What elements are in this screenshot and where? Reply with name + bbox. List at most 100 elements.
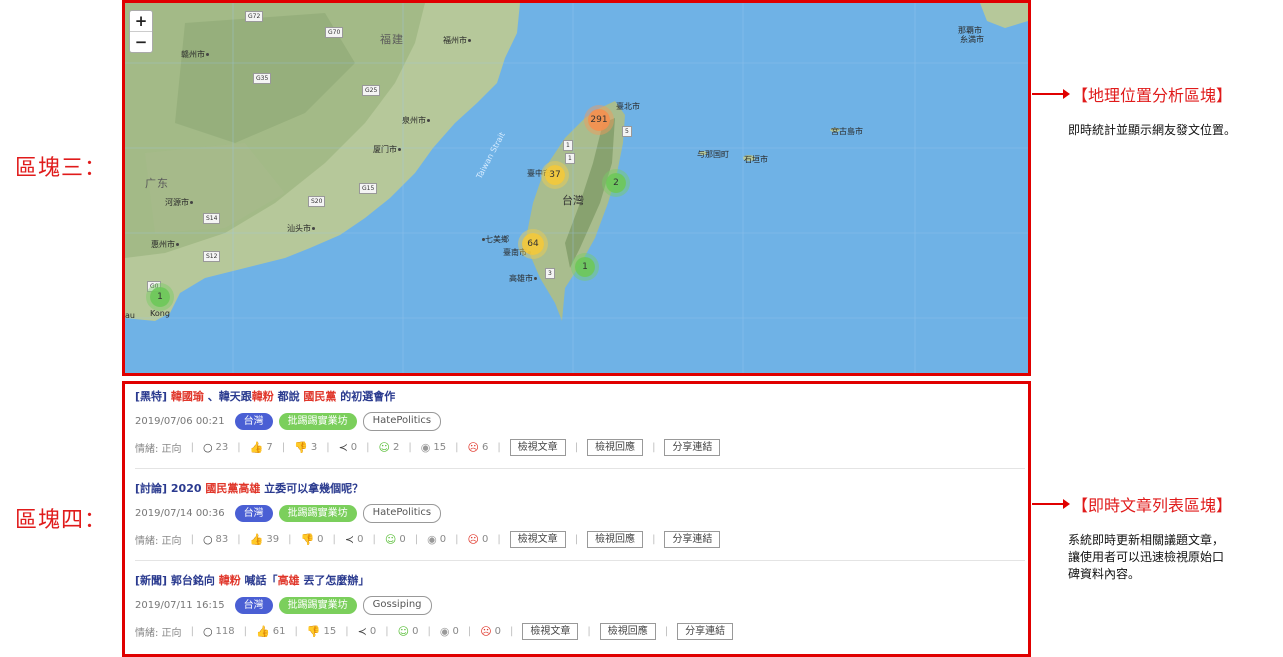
list-desc-line: 讓使用者可以迅速檢視原始口 <box>1068 550 1225 564</box>
sad-face-icon: ☹ <box>467 440 479 454</box>
view-article-button[interactable]: 檢視文章 <box>522 622 579 640</box>
title-text: 、韓天跟 <box>203 390 252 403</box>
cluster-marker[interactable]: 2 <box>606 173 626 193</box>
thumbs-down-icon: 👎 <box>300 532 315 546</box>
sentiment-label: 情緒: 正向 <box>135 443 182 455</box>
map-label-hk: Kong <box>150 309 170 318</box>
sad-face-icon: ☹ <box>467 532 479 546</box>
divider: | <box>190 533 194 545</box>
sad-face-icon: ☹ <box>480 624 492 638</box>
title-text: [討論] 2020 <box>135 482 206 495</box>
smile-icon: ☺ <box>384 532 397 546</box>
list-annotation-title: 【即時文章列表區塊】 <box>1072 496 1233 515</box>
region-tag[interactable]: 台灣 <box>234 504 273 522</box>
cluster-marker[interactable]: 37 <box>545 165 565 185</box>
zoom-in-button[interactable]: + <box>130 11 152 31</box>
cluster-marker[interactable]: 64 <box>522 233 544 255</box>
view-article-button[interactable]: 檢視文章 <box>509 438 566 456</box>
region-tag[interactable]: 台灣 <box>234 412 273 430</box>
like-count: 👍 39 <box>249 532 280 546</box>
positive-count: ☺ 0 <box>397 624 419 638</box>
road-shield: S12 <box>203 251 221 262</box>
divider: | <box>190 441 194 453</box>
divider: | <box>427 625 431 637</box>
share-link-button[interactable]: 分享連結 <box>664 438 721 456</box>
article-meta: 2019/07/11 16:15 台灣 批踢踢實業坊 Gossiping <box>135 595 1025 615</box>
map-label-guangdong: 广东 <box>145 177 169 190</box>
board-tag[interactable]: Gossiping <box>362 595 432 615</box>
title-keyword: 高雄 <box>277 574 300 587</box>
cluster-marker[interactable]: 291 <box>588 109 610 131</box>
share-count: ≺ 0 <box>344 532 364 546</box>
map-label-fujian: 福建 <box>380 33 404 46</box>
dislike-count: 👎 15 <box>306 624 337 638</box>
sentiment-label: 情緒: 正向 <box>135 627 182 639</box>
comment-count: ○ 118 <box>202 624 235 638</box>
comment-count: ○ 83 <box>202 532 229 546</box>
divider: | <box>190 625 194 637</box>
article-title[interactable]: [黑特] 韓國瑜 、韓天跟韓粉 都說 國民黨 的初選會作 <box>135 388 1025 404</box>
road-shield: S20 <box>308 196 326 207</box>
share-icon: ≺ <box>338 440 348 454</box>
row-divider <box>135 468 1025 469</box>
road-shield: G72 <box>245 11 264 22</box>
thumbs-up-icon: 👍 <box>249 440 264 454</box>
divider: | <box>652 533 656 545</box>
divider: | <box>574 533 579 545</box>
divider: | <box>385 625 389 637</box>
sentiment-label: 情緒: 正向 <box>135 535 182 547</box>
article-meta: 2019/07/14 00:36 台灣 批踢踢實業坊 HatePolitics <box>135 503 1025 523</box>
share-link-button[interactable]: 分享連結 <box>677 622 734 640</box>
divider: | <box>288 533 292 545</box>
geo-annotation-desc: 即時統計並顯示網友發文位置。 <box>1068 123 1237 137</box>
geo-arrow <box>1032 89 1070 99</box>
view-article-button[interactable]: 檢視文章 <box>509 530 566 548</box>
like-count: 👍 7 <box>249 440 273 454</box>
cluster-marker[interactable]: 1 <box>575 257 595 277</box>
divider: | <box>510 625 514 637</box>
article-list-block: [黑特] 韓國瑜 、韓天跟韓粉 都說 國民黨 的初選會作 2019/07/06 … <box>122 381 1031 657</box>
geo-annotation-title: 【地理位置分析區塊】 <box>1072 86 1233 105</box>
view-replies-button[interactable]: 檢視回應 <box>587 438 644 456</box>
neutral-face-icon: ◉ <box>420 440 431 454</box>
neutral-count: ◉ 0 <box>427 532 447 546</box>
source-tag[interactable]: 批踢踢實業坊 <box>278 596 357 614</box>
article-title[interactable]: [討論] 2020 國民黨高雄 立委可以拿幾個呢？ <box>135 480 1025 496</box>
thumbs-down-icon: 👎 <box>294 440 308 454</box>
map-label-huizhou: 惠州市 <box>151 239 179 250</box>
share-count: ≺ 0 <box>338 440 358 454</box>
divider: | <box>652 441 656 453</box>
map-label-taipei: 臺北市 <box>616 102 640 111</box>
article-stats: 情緒: 正向 | ○ 83 | 👍 39 | 👎 0 | ≺ 0 | ☺ 0 | ◉ 0 |… <box>135 530 1025 548</box>
share-link-button[interactable]: 分享連結 <box>664 530 721 548</box>
board-tag[interactable]: HatePolitics <box>362 503 442 523</box>
source-tag[interactable]: 批踢踢實業坊 <box>278 504 357 522</box>
road-shield: G35 <box>253 73 272 84</box>
cluster-marker[interactable]: 1 <box>150 287 170 307</box>
title-text: [黑特] <box>135 390 171 403</box>
negative-count: ☹ 0 <box>467 532 489 546</box>
comment-icon: ○ <box>202 532 213 546</box>
source-tag[interactable]: 批踢踢實業坊 <box>278 412 357 430</box>
road-shield: 3 <box>545 268 555 279</box>
map-label-quanzhou: 泉州市 <box>402 115 430 126</box>
article-title[interactable]: [新聞] 郭台銘向 韓粉 喊話「高雄 丟了怎麼辦」 <box>135 572 1025 588</box>
smile-icon: ☺ <box>397 624 410 638</box>
divider: | <box>408 441 412 453</box>
row-divider <box>135 560 1025 561</box>
view-replies-button[interactable]: 檢視回應 <box>587 530 644 548</box>
geo-map-block: + − 福建 广东 台灣 Taiwan Strait 赣州市 福州市 泉州市 厦… <box>122 0 1031 376</box>
article-datetime: 2019/07/11 16:15 <box>135 599 225 611</box>
title-keyword: 韓粉 <box>251 390 274 403</box>
map-label-yaeyama: 糸満市 <box>960 35 984 44</box>
divider: | <box>467 625 472 637</box>
board-tag[interactable]: HatePolitics <box>362 411 442 431</box>
region-tag[interactable]: 台灣 <box>234 596 273 614</box>
map-canvas[interactable] <box>125 3 1028 373</box>
map-label-shantou: 汕头市 <box>287 223 315 234</box>
list-desc-line: 碑資料內容。 <box>1068 567 1141 581</box>
view-replies-button[interactable]: 檢視回應 <box>599 622 656 640</box>
title-text: 丟了怎麼辦」 <box>299 574 370 587</box>
zoom-out-button[interactable]: − <box>130 31 152 52</box>
map-label-miyakojima: 宮古島市 <box>831 127 863 136</box>
